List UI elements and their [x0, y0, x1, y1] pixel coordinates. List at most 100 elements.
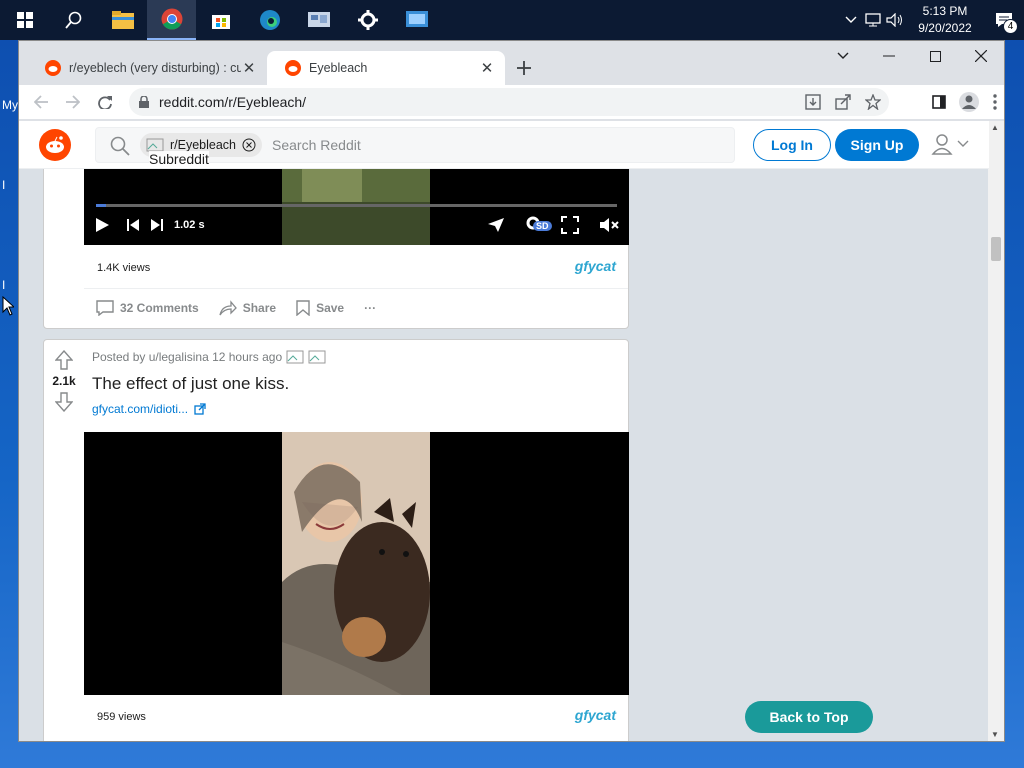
- control-panel-button[interactable]: [294, 0, 343, 40]
- tab-search-button[interactable]: [820, 41, 866, 71]
- reload-button[interactable]: [89, 85, 121, 119]
- control-panel-icon: [307, 12, 330, 27]
- forward-button[interactable]: [57, 85, 89, 119]
- star-icon[interactable]: [865, 94, 881, 110]
- network-button[interactable]: [862, 0, 884, 40]
- clock-time: 5:13 PM: [922, 4, 968, 18]
- volume-button[interactable]: [884, 0, 906, 40]
- tab-eyeblech[interactable]: r/eyeblech (very disturbing) : cur ✕: [27, 51, 267, 85]
- notification-count-badge: 4: [1003, 19, 1018, 34]
- video-player[interactable]: [84, 432, 629, 695]
- desktop-icon-label[interactable]: My: [2, 98, 18, 112]
- post-title[interactable]: The effect of just one kiss.: [92, 374, 289, 394]
- downvote-icon[interactable]: [55, 392, 73, 412]
- save-button[interactable]: Save: [296, 300, 344, 316]
- reload-icon: [98, 96, 112, 109]
- comments-button[interactable]: 32 Comments: [96, 300, 199, 316]
- divider: [84, 288, 628, 289]
- address-bar[interactable]: reddit.com/r/Eyebleach/: [129, 88, 889, 116]
- tab-eyebleach[interactable]: Eyebleach ✕: [267, 51, 505, 85]
- minimize-button[interactable]: [866, 41, 912, 71]
- network-icon: [865, 13, 881, 27]
- fullscreen-icon[interactable]: [561, 216, 579, 234]
- scrollbar-thumb[interactable]: [991, 237, 1001, 261]
- share-arrow-icon: [219, 300, 237, 316]
- search-icon: [64, 11, 81, 29]
- install-app-icon[interactable]: [805, 94, 821, 110]
- plus-icon: [517, 61, 531, 75]
- user-menu-button[interactable]: [931, 133, 969, 155]
- save-label: Save: [316, 301, 345, 315]
- chrome-taskbar-button[interactable]: [147, 0, 196, 40]
- mute-icon[interactable]: [599, 217, 619, 233]
- page-scrollbar[interactable]: ▲ ▼: [988, 121, 1004, 741]
- gfycat-logo[interactable]: gfycat: [575, 707, 616, 723]
- vote-count: 2.1k: [52, 374, 76, 388]
- notification-center-button[interactable]: 4: [984, 0, 1024, 40]
- chip-label: r/Eyebleach: [170, 138, 237, 152]
- lock-icon: [139, 96, 149, 108]
- mouse-cursor-icon: [2, 296, 14, 316]
- kebab-menu-icon[interactable]: [992, 94, 998, 110]
- chevron-up-icon: [845, 16, 857, 23]
- tab-title: r/eyeblech (very disturbing) : cur: [69, 61, 241, 75]
- search-button[interactable]: [49, 0, 98, 40]
- start-button[interactable]: [0, 0, 49, 40]
- window-controls: [820, 41, 1004, 71]
- file-explorer-button[interactable]: [98, 0, 147, 40]
- new-tab-button[interactable]: [517, 55, 531, 81]
- clock-date: 9/20/2022: [918, 21, 972, 35]
- store-icon: [211, 15, 230, 29]
- scroll-down-icon[interactable]: ▼: [991, 730, 999, 739]
- clock[interactable]: 5:13 PM 9/20/2022: [906, 3, 984, 37]
- desktop-icon-label[interactable]: I: [2, 178, 5, 192]
- quality-settings[interactable]: SD: [525, 215, 552, 236]
- skip-forward-icon[interactable]: [150, 218, 164, 232]
- profile-avatar-icon[interactable]: [958, 91, 980, 113]
- close-icon: [975, 50, 987, 62]
- posted-by[interactable]: Posted by u/legalisina 12 hours ago: [92, 350, 282, 364]
- video-progress-bar[interactable]: [96, 204, 617, 207]
- tab-strip: r/eyeblech (very disturbing) : cur ✕ Eye…: [19, 41, 1004, 85]
- edge-icon: [259, 10, 280, 30]
- arrow-left-icon: [34, 95, 48, 109]
- skip-back-icon[interactable]: [126, 218, 140, 232]
- post-meta: Posted by u/legalisina 12 hours ago: [92, 350, 326, 364]
- remote-desktop-button[interactable]: [392, 0, 441, 40]
- log-in-button[interactable]: Log In: [753, 129, 831, 161]
- subreddit-tooltip: Subreddit: [149, 151, 209, 167]
- clear-chip-icon[interactable]: [242, 138, 256, 152]
- close-tab-icon[interactable]: ✕: [241, 59, 257, 77]
- speaker-icon: [886, 13, 902, 27]
- more-options-button[interactable]: ···: [364, 301, 376, 315]
- back-button[interactable]: [25, 85, 57, 119]
- store-button[interactable]: [196, 0, 245, 40]
- play-icon[interactable]: [94, 217, 110, 233]
- upvote-icon[interactable]: [55, 350, 73, 370]
- tray-overflow-button[interactable]: [840, 0, 862, 40]
- send-icon[interactable]: [487, 217, 505, 233]
- close-tab-icon[interactable]: ✕: [479, 59, 495, 77]
- sign-up-button[interactable]: Sign Up: [835, 129, 919, 161]
- maximize-button[interactable]: [912, 41, 958, 71]
- gfycat-logo[interactable]: gfycat: [575, 258, 616, 274]
- minimize-icon: [883, 55, 895, 57]
- video-controls: 1.02 s SD: [94, 213, 619, 237]
- desktop-icon-label[interactable]: I: [2, 278, 5, 292]
- folder-icon: [111, 11, 134, 29]
- share-button[interactable]: Share: [219, 300, 276, 316]
- settings-button[interactable]: [343, 0, 392, 40]
- remote-desktop-icon: [405, 11, 428, 27]
- close-window-button[interactable]: [958, 41, 1004, 71]
- share-icon[interactable]: [835, 94, 851, 110]
- edge-button[interactable]: [245, 0, 294, 40]
- post-link[interactable]: gfycat.com/idioti...: [92, 402, 206, 416]
- scroll-up-icon[interactable]: ▲: [991, 123, 999, 132]
- post-card[interactable]: 2.1k Posted by u/legalisina 12 hours ago…: [43, 339, 629, 741]
- side-panel-icon[interactable]: [932, 95, 946, 109]
- back-to-top-button[interactable]: Back to Top: [745, 701, 873, 733]
- chrome-window: r/eyeblech (very disturbing) : cur ✕ Eye…: [18, 40, 1005, 742]
- reddit-logo-icon[interactable]: [39, 129, 71, 161]
- post-link-text: gfycat.com/idioti...: [92, 402, 189, 416]
- tab-title: Eyebleach: [309, 61, 368, 75]
